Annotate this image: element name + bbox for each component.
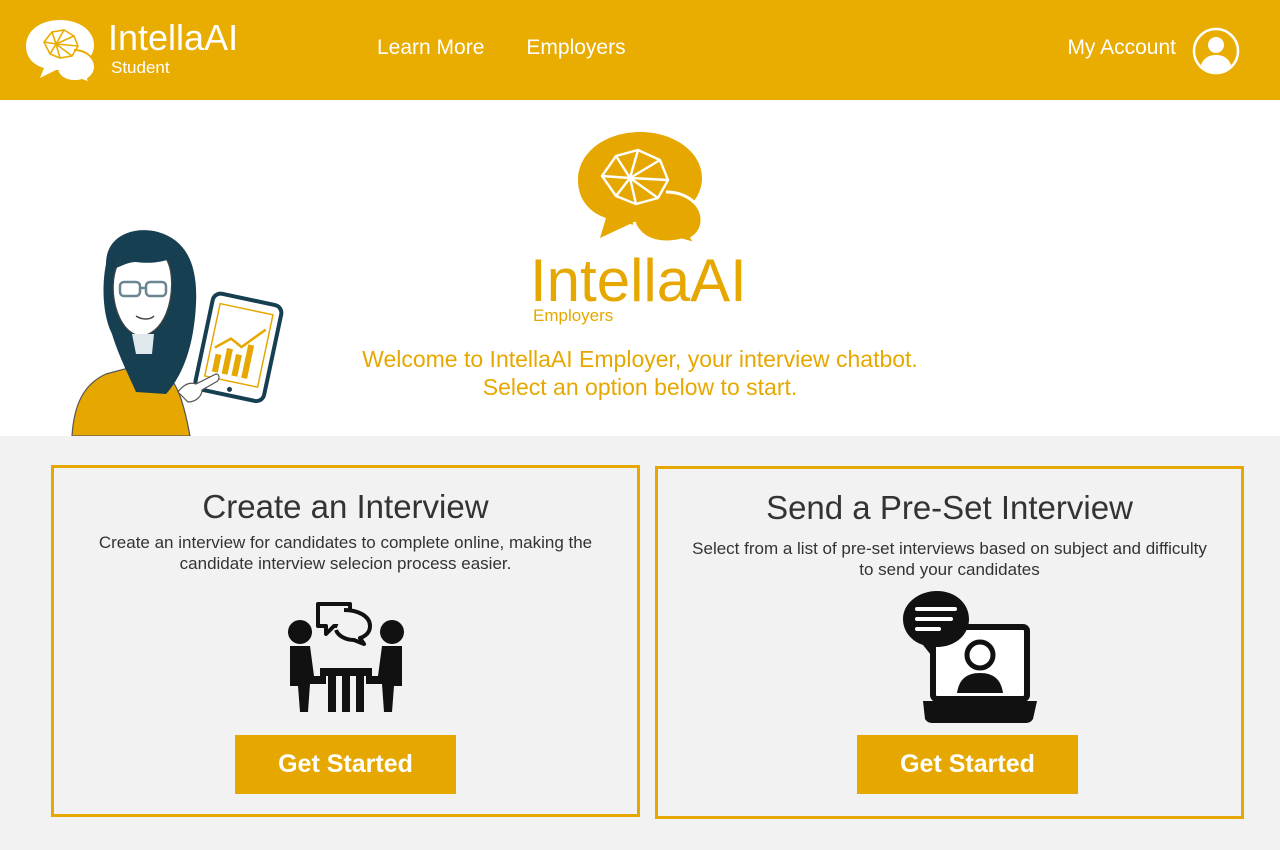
card-description: Create an interview for candidates to co… — [98, 533, 593, 573]
nav-learn-more[interactable]: Learn More — [377, 36, 484, 60]
nav-employers[interactable]: Employers — [526, 36, 625, 60]
woman-with-tablet-illustration-icon — [71, 230, 284, 436]
top-nav-bar: IntellaAI Student Learn More Employers M… — [0, 0, 1280, 100]
brain-chat-logo-icon — [26, 20, 97, 84]
welcome-message: Welcome to IntellaAI Employer, your inte… — [362, 346, 918, 400]
preset-interview-get-started-button[interactable]: Get Started — [857, 735, 1078, 794]
card-description: Select from a list of pre-set interviews… — [692, 539, 1207, 579]
create-interview-get-started-button[interactable]: Get Started — [235, 735, 456, 794]
brand-subtitle: Student — [111, 58, 170, 77]
brand-logo-link[interactable]: IntellaAI Student — [22, 16, 238, 84]
hero-title: IntellaAI — [530, 247, 747, 314]
my-account-link[interactable]: My Account — [1067, 27, 1240, 75]
interview-meeting-icon — [288, 602, 404, 712]
video-interview-icon — [903, 591, 1037, 723]
create-interview-card: Create an Interview Create an interview … — [51, 465, 640, 817]
preset-interview-card: Send a Pre-Set Interview Select from a l… — [655, 466, 1244, 819]
main-nav: Learn More Employers — [377, 36, 626, 60]
hero-section: IntellaAI Employers Welcome to IntellaAI… — [0, 100, 1280, 436]
brand-name: IntellaAI — [108, 17, 239, 58]
card-title: Create an Interview — [202, 488, 489, 525]
user-avatar-icon — [1192, 27, 1240, 75]
my-account-label: My Account — [1067, 36, 1176, 59]
hero-subtitle: Employers — [533, 306, 614, 325]
card-title: Send a Pre-Set Interview — [766, 489, 1133, 526]
brain-chat-logo-icon — [578, 132, 704, 246]
